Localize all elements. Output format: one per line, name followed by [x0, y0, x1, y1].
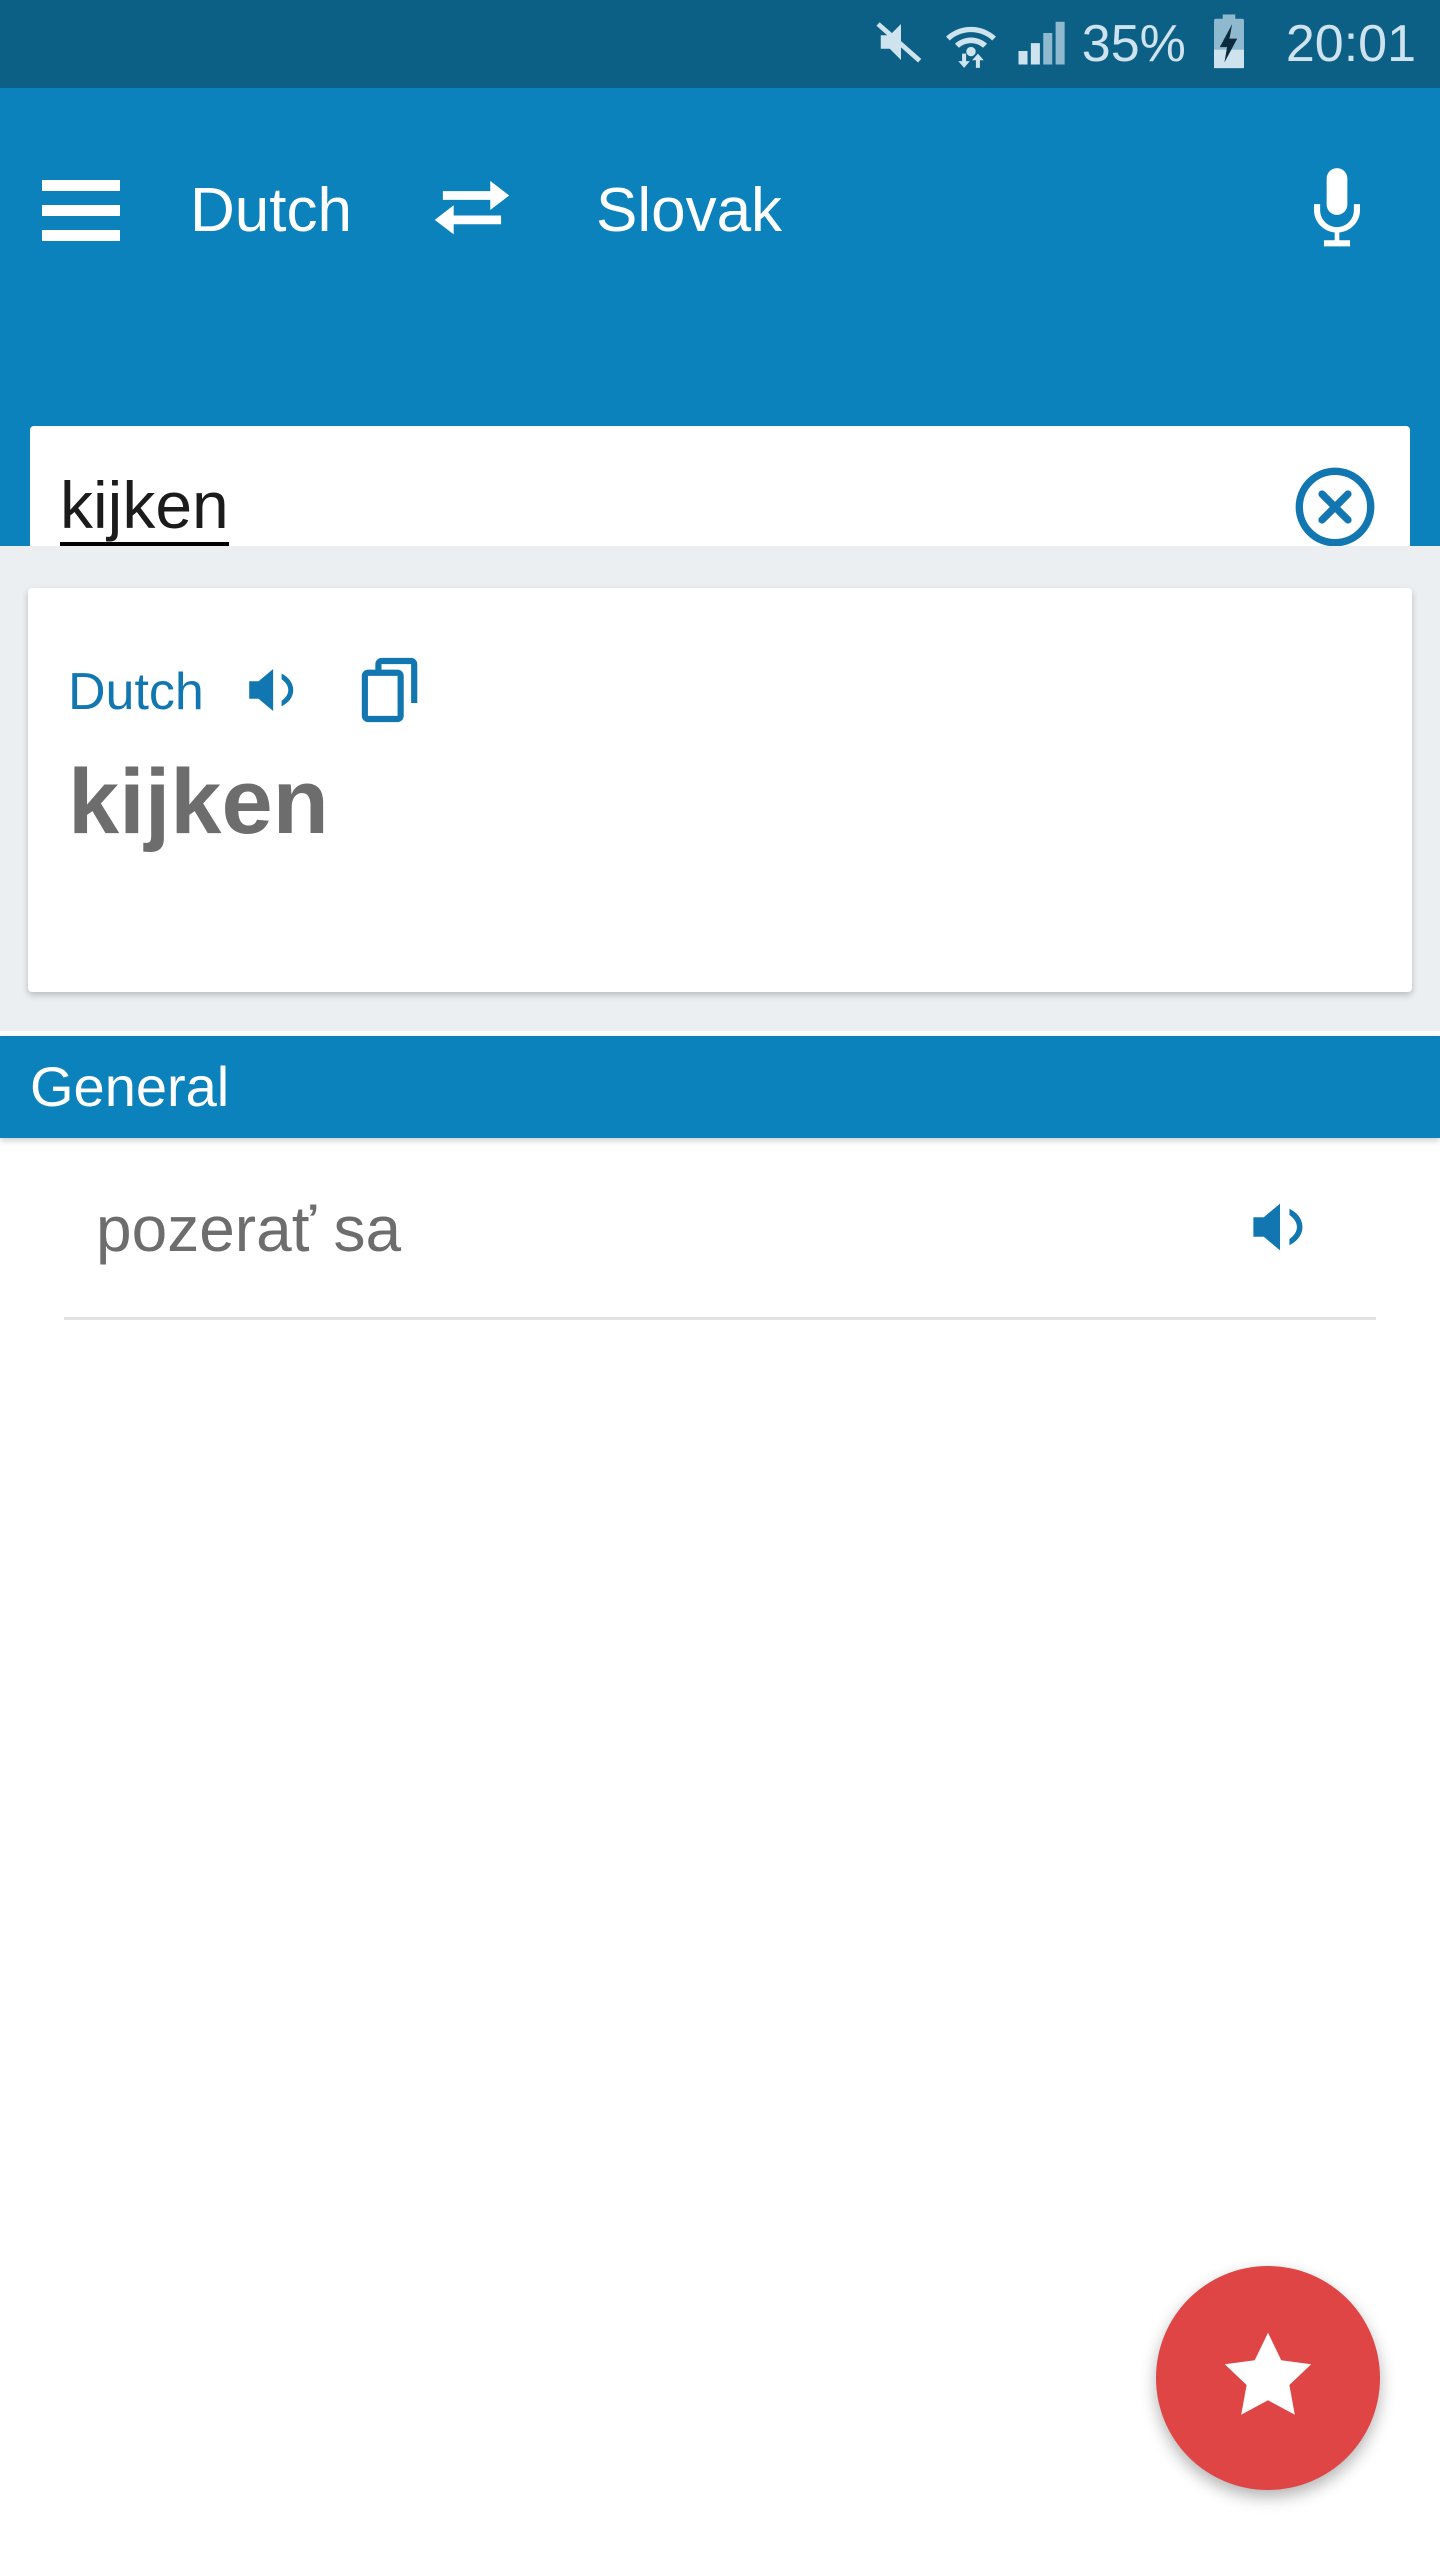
app-toolbar: Dutch Slovak kijken — [0, 88, 1440, 592]
translator-app-screen: 35% 20:01 Dutch Slovak kijken Dutch kijk… — [0, 0, 1440, 2560]
target-language-selector[interactable]: Slovak — [596, 175, 782, 246]
card-copy-button[interactable] — [344, 644, 440, 740]
copy-icon — [355, 653, 429, 732]
battery-charging-icon — [1208, 13, 1250, 76]
speaker-volume-icon — [239, 655, 309, 730]
hamburger-menu-icon[interactable] — [42, 179, 162, 241]
list-item[interactable]: pozerať sa — [0, 1138, 1440, 1320]
toolbar-top-row: Dutch Slovak — [0, 88, 1440, 332]
source-language-selector[interactable]: Dutch — [190, 175, 352, 246]
translation-results-list: pozerať sa — [0, 1138, 1440, 1320]
microphone-icon — [1291, 162, 1383, 259]
translation-text: pozerať sa — [96, 1193, 402, 1265]
voice-input-button[interactable] — [1282, 155, 1392, 265]
star-icon — [1214, 2322, 1322, 2435]
section-title: General — [30, 1055, 230, 1118]
swap-languages-button[interactable] — [424, 160, 524, 260]
add-to-favourites-button[interactable] — [1156, 2266, 1380, 2490]
status-bar: 35% 20:01 — [0, 0, 1440, 88]
search-input-value: kijken — [60, 470, 229, 548]
section-header-general: General — [0, 1036, 1440, 1138]
search-input[interactable]: kijken — [30, 470, 1260, 548]
card-language-label: Dutch — [68, 663, 204, 721]
status-bar-icons: 35% 20:01 — [874, 13, 1416, 76]
speaker-volume-icon — [1242, 1188, 1320, 1271]
source-word-text: kijken — [68, 751, 329, 853]
swap-horizontal-arrows-icon — [430, 164, 518, 257]
source-word-card: Dutch kijken — [28, 588, 1412, 992]
cellular-signal-icon — [1014, 15, 1068, 74]
battery-percent-label: 35% — [1081, 15, 1186, 73]
volume-mute-icon — [874, 15, 928, 74]
card-header-row: Dutch — [28, 588, 1412, 722]
clock-label: 20:01 — [1285, 15, 1416, 73]
translation-speak-button[interactable] — [1226, 1174, 1336, 1284]
list-divider — [64, 1317, 1376, 1320]
clear-circle-x-icon — [1293, 465, 1377, 554]
wifi-data-transfer-icon — [942, 15, 1000, 74]
card-speak-button[interactable] — [226, 644, 322, 740]
